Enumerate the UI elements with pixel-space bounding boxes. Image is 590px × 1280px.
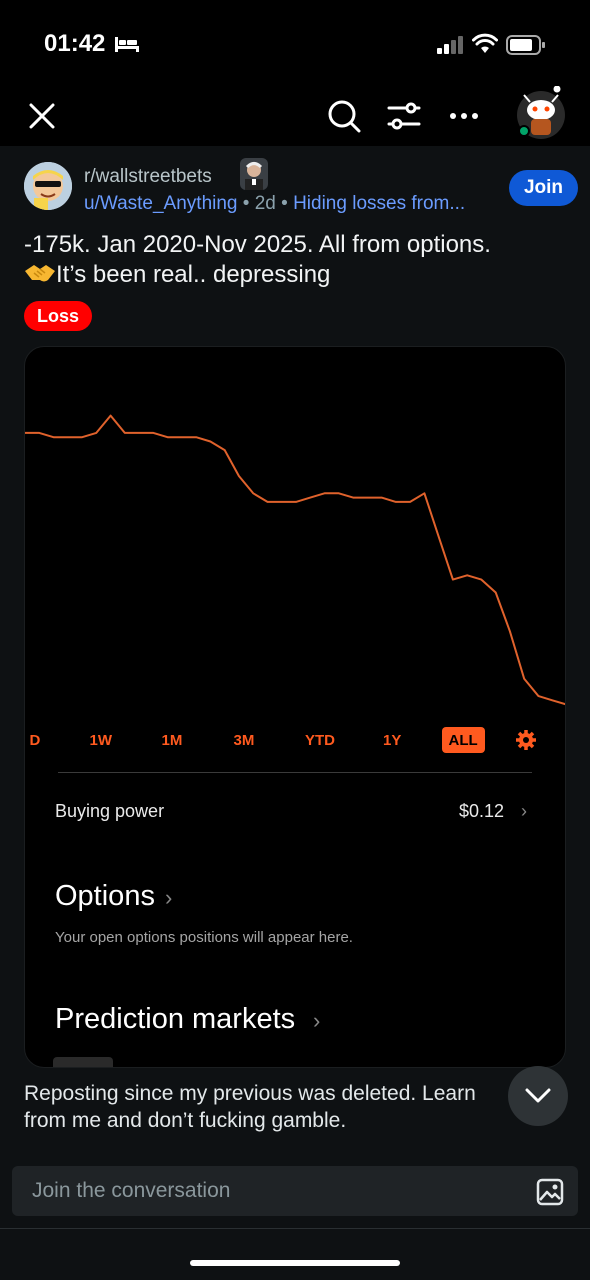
more-options-button[interactable] <box>444 96 484 136</box>
range-tab-all[interactable]: ALL <box>441 727 485 753</box>
prediction-markets-heading: Prediction markets <box>55 1003 296 1035</box>
close-button[interactable] <box>22 96 62 136</box>
post-nav-bar <box>0 88 590 146</box>
chevron-right-icon: › <box>521 801 527 821</box>
post-meta: u/Waste_Anything • 2d • Hiding losses fr… <box>84 193 465 215</box>
range-tab-1y[interactable]: 1Y <box>383 727 401 753</box>
wallstreetbets-mascot-icon <box>24 162 72 210</box>
subreddit-name[interactable]: r/wallstreetbets <box>84 166 212 188</box>
gear-icon[interactable] <box>515 729 537 751</box>
chevron-right-icon: › <box>313 1008 321 1033</box>
post-body: Reposting since my previous was deleted.… <box>24 1080 516 1134</box>
post-image[interactable]: D 1W 1M 3M YTD 1Y ALL Buying power $0.12 › Opt… <box>24 346 566 1068</box>
home-indicator <box>190 1260 400 1266</box>
battery-icon <box>506 35 545 55</box>
cellular-signal-icon <box>437 36 463 54</box>
subreddit-avatar[interactable] <box>24 162 72 210</box>
more-options-icon <box>450 113 478 119</box>
time-range-selector: D 1W 1M 3M YTD 1Y ALL <box>25 727 565 755</box>
range-tab-1w[interactable]: 1W <box>90 727 113 753</box>
status-time: 01:42 <box>44 30 106 57</box>
sort-filter-button[interactable] <box>384 96 424 136</box>
post-body-line: Reposting since my previous was deleted.… <box>24 1082 476 1105</box>
user-flair-portrait-icon <box>240 158 268 190</box>
range-tab-3m[interactable]: 3M <box>234 727 255 753</box>
section-divider <box>58 772 532 773</box>
chevron-right-icon: › <box>165 885 173 910</box>
post-body-line: from me and don’t fucking gamble. <box>24 1109 347 1132</box>
search-button[interactable] <box>324 96 364 136</box>
author-link[interactable]: u/Waste_Anything <box>84 193 238 214</box>
image-upload-icon[interactable] <box>536 1178 564 1206</box>
user-flair-text: Hiding losses from... <box>293 193 466 214</box>
options-empty-message: Your open options positions will appear … <box>55 929 353 946</box>
user-avatar[interactable] <box>514 86 568 140</box>
sort-filter-icon <box>387 102 421 130</box>
buying-power-value: $0.12 <box>459 801 505 821</box>
search-icon <box>328 100 361 133</box>
post-title-line: It’s been real.. depressing <box>24 260 574 290</box>
range-tab-d[interactable]: D <box>30 727 41 753</box>
join-button[interactable]: Join <box>509 170 578 206</box>
post-title: -175k. Jan 2020-Nov 2025. All from optio… <box>24 230 574 290</box>
chevron-down-icon <box>525 1088 551 1103</box>
comment-composer <box>12 1166 578 1216</box>
handshake-emoji-icon <box>25 265 55 282</box>
post-flair-tag[interactable]: Loss <box>24 301 93 331</box>
range-tab-1m[interactable]: 1M <box>162 727 183 753</box>
status-bar: 01:42 <box>0 0 590 88</box>
post-age: 2d <box>254 193 276 214</box>
truncated-element <box>53 1057 113 1067</box>
meta-separator: • <box>281 193 288 214</box>
post-title-line: -175k. Jan 2020-Nov 2025. All from optio… <box>24 231 491 258</box>
collapse-button[interactable] <box>508 1066 568 1126</box>
chart-series-line <box>25 414 565 706</box>
post-title-line-text: It’s been real.. depressing <box>56 261 331 288</box>
bottom-divider <box>0 1228 590 1229</box>
options-heading: Options <box>55 880 155 912</box>
bed-icon <box>115 37 139 52</box>
buying-power-label: Buying power <box>55 801 165 821</box>
portfolio-line-chart <box>25 414 565 706</box>
wifi-icon <box>472 33 498 53</box>
comment-input[interactable] <box>12 1166 522 1216</box>
range-tab-ytd[interactable]: YTD <box>305 727 335 753</box>
close-icon <box>29 103 55 129</box>
meta-separator: • <box>242 193 250 214</box>
